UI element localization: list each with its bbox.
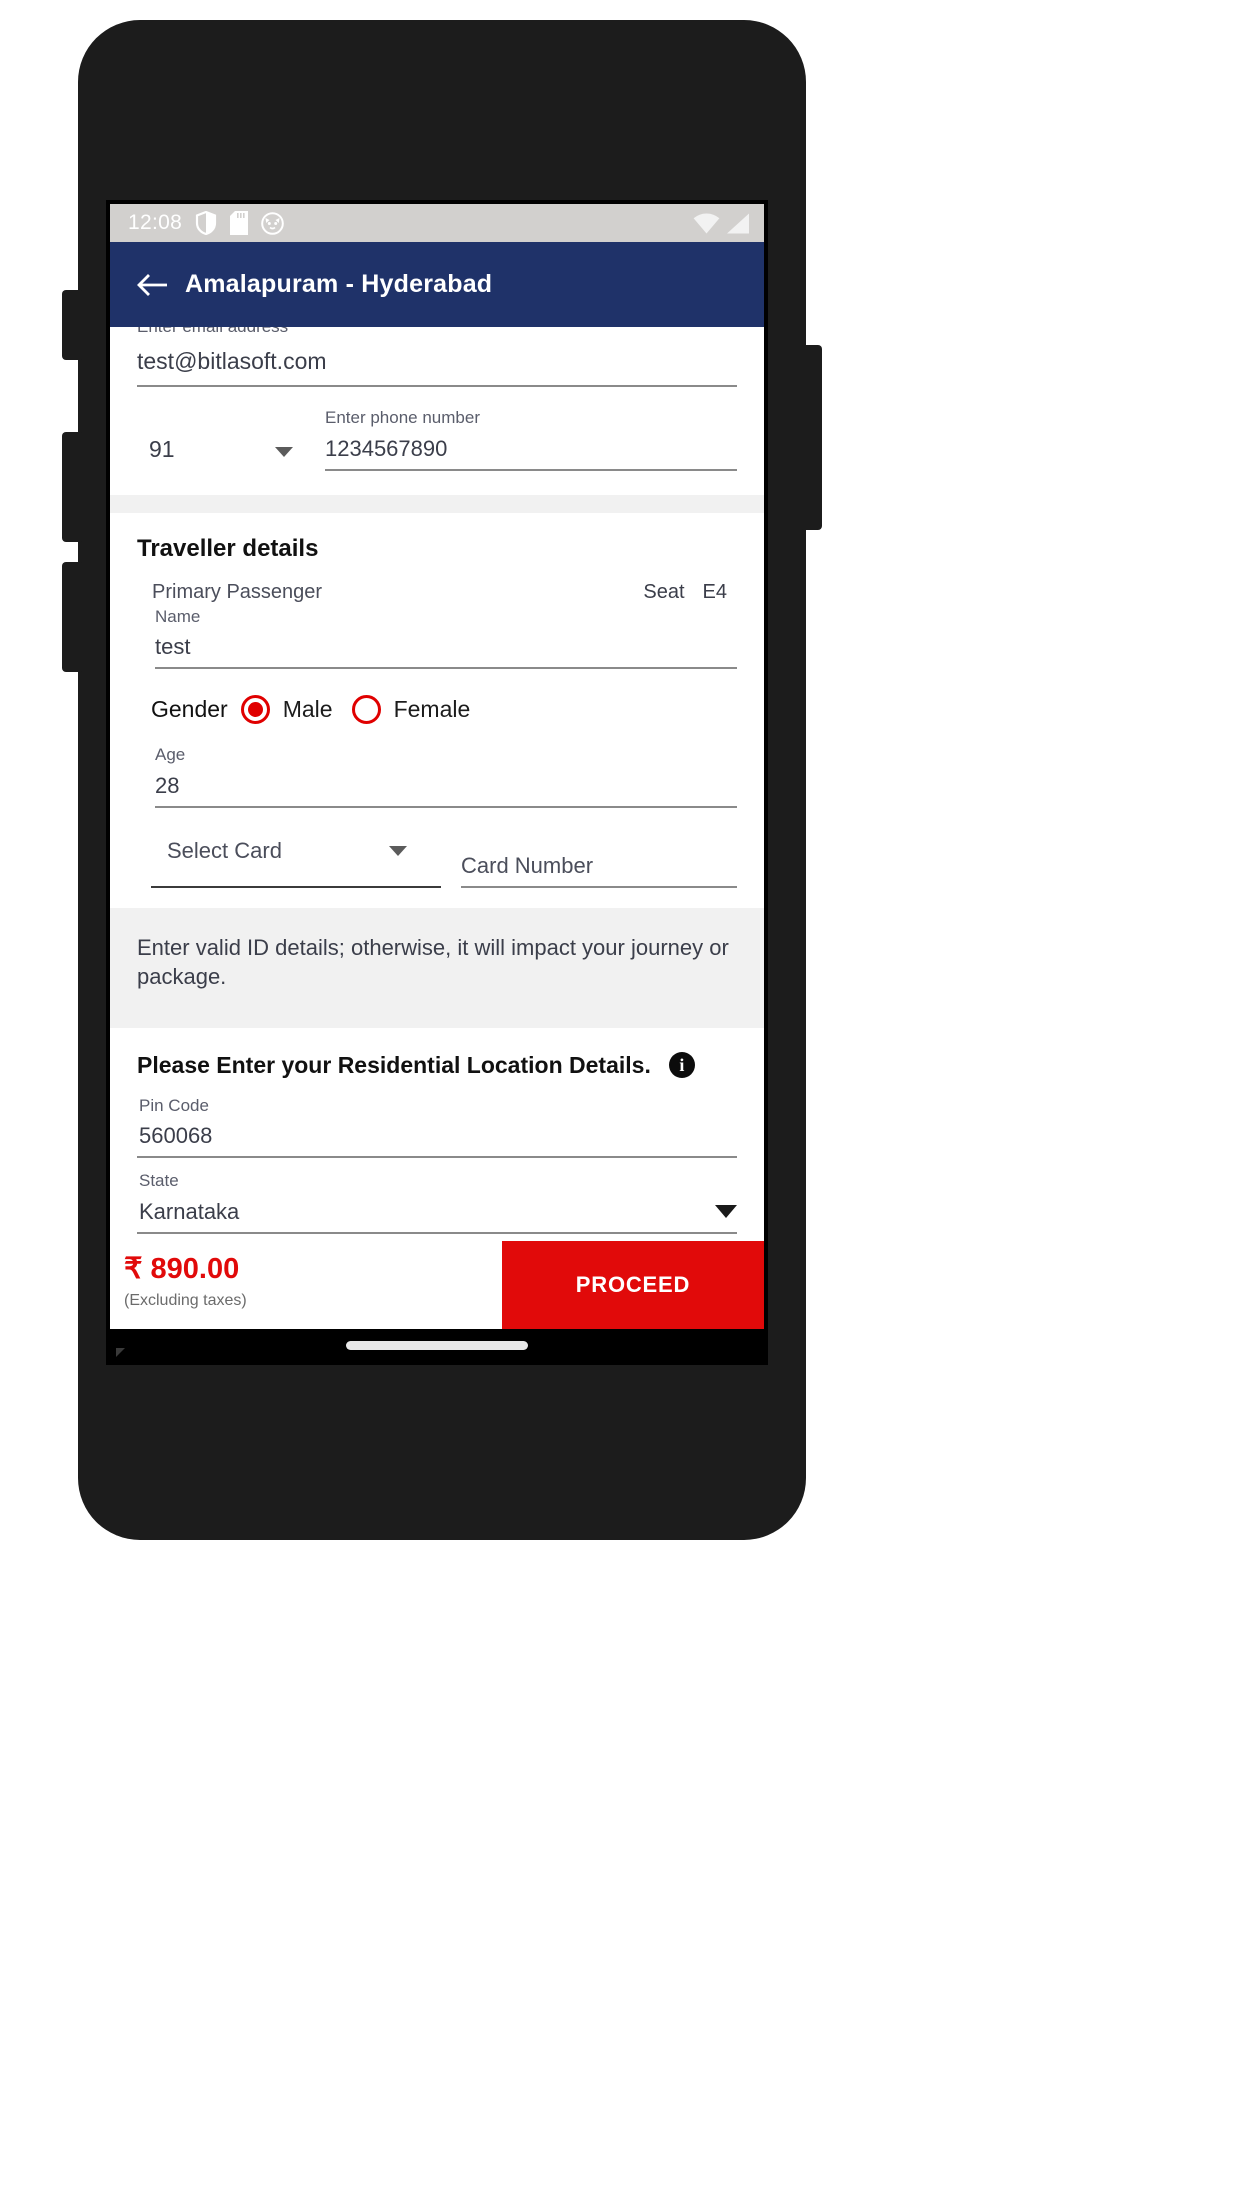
pin-code-label: Pin Code (139, 1095, 209, 1115)
email-field-underline (137, 385, 737, 387)
id-card-row: Select Card Card Number (137, 808, 737, 889)
phone-screen: 12:08 Amalapuram - Hyderabad test@bitlas… (106, 200, 768, 1365)
residential-title: Please Enter your Residential Location D… (137, 1051, 651, 1078)
phone-number-field[interactable]: Enter phone number 1234567890 (307, 408, 737, 471)
status-bar-left-group: 12:08 (128, 211, 284, 235)
state-value: Karnataka (139, 1198, 240, 1224)
email-field-label: Enter email address (137, 327, 737, 338)
age-field-underline (155, 806, 737, 809)
country-code-dropdown[interactable]: 91 (137, 436, 307, 471)
info-icon[interactable]: i (668, 1052, 695, 1079)
seat-label: Seat (643, 580, 685, 603)
wifi-icon (693, 212, 720, 233)
card-number-field[interactable]: Card Number (461, 853, 737, 889)
page-title: Amalapuram - Hyderabad (185, 270, 493, 298)
back-arrow-icon[interactable] (137, 273, 167, 297)
radio-male-label[interactable]: Male (283, 696, 333, 723)
traveller-section-title: Traveller details (137, 534, 319, 562)
name-field[interactable]: Name test (137, 604, 737, 670)
proceed-button[interactable]: PROCEED (502, 1241, 764, 1329)
chevron-down-icon (275, 446, 293, 457)
price-tax-note: (Excluding taxes) (124, 1292, 247, 1309)
phone-volume-down-button[interactable] (62, 562, 84, 672)
home-gesture-pill[interactable] (346, 1340, 528, 1350)
age-field[interactable]: Age 28 (137, 724, 737, 809)
id-validation-note: Enter valid ID details; otherwise, it wi… (110, 908, 764, 1028)
name-field-label: Name (155, 606, 201, 626)
passenger-header-row: Primary Passenger Seat E4 (137, 581, 737, 604)
gender-label: Gender (151, 696, 228, 723)
state-label: State (139, 1171, 179, 1191)
app-bar: Amalapuram - Hyderabad (110, 242, 764, 327)
seat-value: E4 (702, 580, 727, 603)
card-number-placeholder: Card Number (461, 853, 594, 879)
id-validation-note-text: Enter valid ID details; otherwise, it wi… (137, 935, 729, 990)
sd-card-icon (230, 211, 249, 235)
name-field-underline (155, 667, 737, 670)
name-field-value: test (155, 634, 191, 660)
radio-female[interactable] (351, 695, 381, 725)
phone-power-button[interactable] (800, 345, 822, 530)
phone-field-value: 1234567890 (325, 435, 448, 461)
gender-selector: Gender Male Female (137, 669, 737, 725)
radio-female-label[interactable]: Female (394, 696, 471, 723)
email-field-value: test@bitlasoft.com (137, 348, 327, 374)
select-card-underline (151, 886, 441, 889)
chevron-down-icon[interactable] (715, 1204, 737, 1218)
age-field-label: Age (155, 745, 186, 765)
system-navigation-bar (110, 1329, 764, 1361)
status-bar: 12:08 (110, 204, 764, 242)
chevron-down-icon (389, 846, 407, 857)
shield-icon (195, 211, 217, 235)
select-card-dropdown[interactable]: Select Card (151, 838, 441, 889)
cellular-signal-icon (727, 213, 749, 233)
cat-face-icon (261, 211, 284, 235)
pin-code-value: 560068 (139, 1123, 213, 1149)
residential-location-section: Please Enter your Residential Location D… (110, 1027, 764, 1264)
price-summary: ₹ 890.00 (Excluding taxes) (110, 1241, 502, 1329)
form-scroll-area[interactable]: Enter email address test@bitlasoft.com 9… (110, 327, 764, 1329)
traveller-details-section: Traveller details Primary Passenger Seat… (110, 512, 764, 909)
state-underline (137, 1231, 737, 1234)
state-field[interactable]: State Karnataka (137, 1158, 737, 1234)
seat-info: Seat E4 (643, 581, 727, 604)
radio-male[interactable] (240, 695, 270, 725)
phone-field-underline (325, 468, 737, 471)
bottom-action-bar: ₹ 890.00 (Excluding taxes) PROCEED (110, 1241, 764, 1329)
contact-details-section: Enter email address test@bitlasoft.com 9… (110, 327, 764, 495)
card-number-underline (461, 886, 737, 889)
total-price: ₹ 890.00 (124, 1253, 240, 1285)
state-value-row: Karnataka (137, 1191, 737, 1232)
residential-title-row: Please Enter your Residential Location D… (137, 1028, 737, 1091)
radio-male-dot (247, 702, 263, 718)
status-bar-right-group (693, 204, 750, 242)
nav-corner-marker (116, 1348, 125, 1357)
section-divider (110, 494, 764, 513)
passenger-label: Primary Passenger (152, 580, 323, 603)
age-field-value: 28 (155, 773, 180, 799)
phone-mute-button[interactable] (62, 290, 84, 360)
status-clock: 12:08 (128, 211, 183, 234)
phone-row: 91 Enter phone number 1234567890 (137, 387, 737, 471)
app-viewport: 12:08 Amalapuram - Hyderabad test@bitlas… (110, 204, 764, 1329)
email-field[interactable]: test@bitlasoft.com (137, 338, 737, 387)
pin-code-field[interactable]: Pin Code 560068 (137, 1091, 737, 1159)
phone-volume-up-button[interactable] (62, 432, 84, 542)
phone-field-label: Enter phone number (325, 408, 480, 427)
screenshot-canvas: 12:08 Amalapuram - Hyderabad test@bitlas… (0, 0, 1242, 2208)
